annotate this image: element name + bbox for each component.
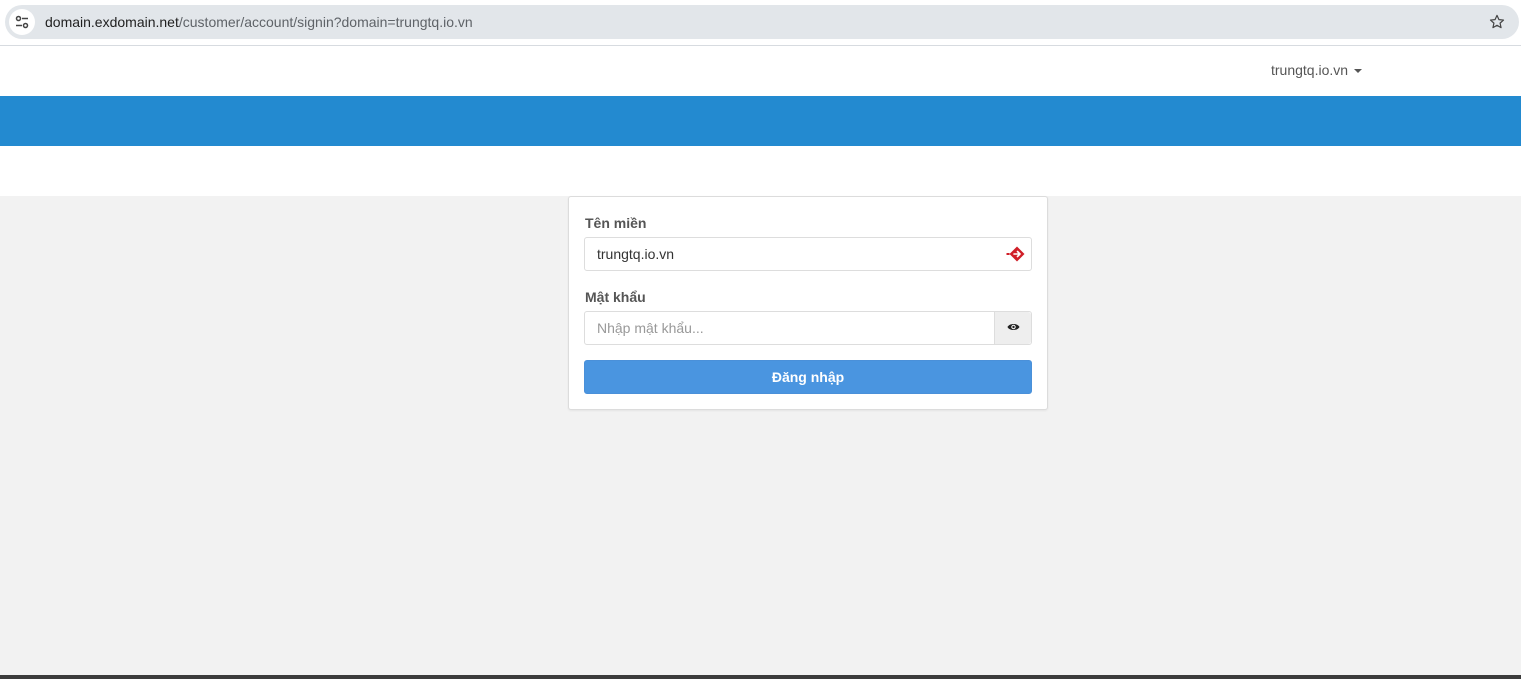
domain-dropdown-label: trungtq.io.vn: [1271, 62, 1349, 78]
caret-down-icon: [1354, 69, 1363, 73]
url-path: /customer/account/signin?domain=trungtq.…: [178, 14, 473, 30]
password-field-wrapper: [584, 311, 1032, 345]
password-label: Mật khẩu: [585, 289, 646, 305]
autofill-key-icon[interactable]: [1005, 244, 1027, 264]
brand-banner: [0, 96, 1521, 146]
show-password-toggle[interactable]: [994, 312, 1031, 344]
address-bar[interactable]: domain.exdomain.net/customer/account/sig…: [5, 5, 1519, 39]
login-button[interactable]: Đăng nhập: [584, 360, 1032, 394]
domain-input[interactable]: [585, 238, 995, 270]
star-outline-icon[interactable]: [1487, 12, 1507, 32]
domain-label: Tên miền: [585, 215, 647, 231]
url-text[interactable]: domain.exdomain.net/customer/account/sig…: [45, 14, 473, 30]
header-spacer: [0, 146, 1521, 196]
browser-toolbar: domain.exdomain.net/customer/account/sig…: [0, 0, 1521, 46]
eye-icon: [1007, 319, 1020, 337]
password-input[interactable]: [585, 312, 993, 344]
window-bottom-edge: [0, 675, 1521, 679]
top-navigation: trungtq.io.vn: [0, 46, 1521, 96]
url-host: domain.exdomain.net: [45, 14, 179, 30]
domain-field-wrapper: [584, 237, 1032, 271]
domain-dropdown[interactable]: trungtq.io.vn: [1271, 62, 1363, 78]
login-panel: Tên miền Mật khẩu Đăng nhập: [568, 196, 1048, 410]
tune-icon[interactable]: [9, 9, 35, 35]
